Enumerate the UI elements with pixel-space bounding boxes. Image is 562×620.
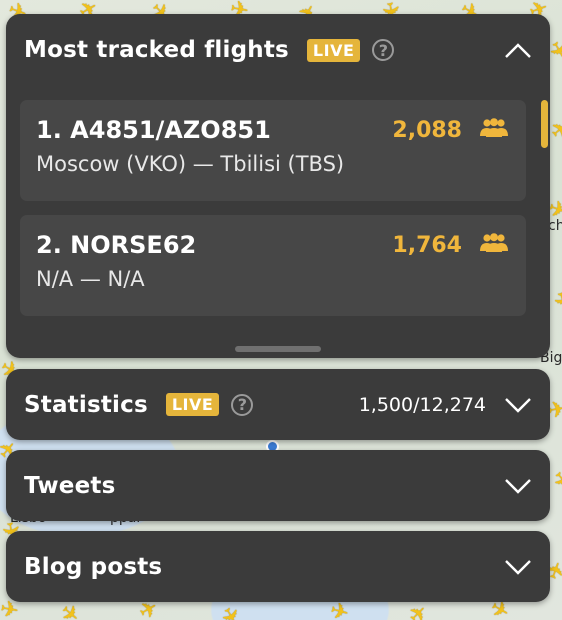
- map-label: ch: [548, 218, 562, 234]
- chevron-up-icon[interactable]: [504, 41, 532, 59]
- question-circle-icon[interactable]: ?: [231, 393, 254, 416]
- statistics-count: 1,500/12,274: [358, 393, 486, 416]
- flight-route: N/A — N/A: [36, 267, 145, 291]
- tracker-count: 2,088: [392, 117, 462, 143]
- flight-callsign: 1. A4851/AZO851: [36, 116, 271, 144]
- chevron-down-icon[interactable]: [504, 396, 532, 414]
- scrollbar-thumb[interactable]: [541, 100, 548, 148]
- panel-title: Statistics: [24, 391, 148, 418]
- chevron-down-icon[interactable]: [504, 558, 532, 576]
- flight-callsign: 2. NORSE62: [36, 231, 197, 259]
- panel-title: Tweets: [24, 472, 116, 499]
- drag-handle[interactable]: [235, 346, 321, 352]
- tweets-panel[interactable]: Tweets: [6, 450, 550, 521]
- live-badge: LIVE: [306, 38, 361, 62]
- statistics-header[interactable]: Statistics LIVE ? 1,500/12,274: [6, 369, 550, 440]
- tracker-count: 1,764: [392, 232, 462, 258]
- most-tracked-flights-panel: Most tracked flights LIVE ? 1. A4851/AZO…: [6, 14, 550, 358]
- most-tracked-header[interactable]: Most tracked flights LIVE ?: [6, 14, 550, 86]
- question-circle-icon[interactable]: ?: [372, 39, 395, 61]
- flight-card[interactable]: 2. NORSE62 1,764 N/A — N/A: [20, 215, 526, 316]
- panel-title: Most tracked flights: [24, 37, 289, 63]
- flight-list[interactable]: 1. A4851/AZO851 2,088 Moscow (VKO) — Tbi…: [6, 100, 550, 358]
- panel-title: Blog posts: [24, 553, 163, 580]
- people-icon: [478, 118, 510, 142]
- chevron-down-icon[interactable]: [504, 477, 532, 495]
- live-badge: LIVE: [165, 393, 220, 416]
- blog-posts-panel[interactable]: Blog posts: [6, 531, 550, 602]
- people-icon: [478, 233, 510, 257]
- flight-route: Moscow (VKO) — Tbilisi (TBS): [36, 152, 345, 176]
- statistics-panel[interactable]: Statistics LIVE ? 1,500/12,274: [6, 369, 550, 440]
- flight-card[interactable]: 1. A4851/AZO851 2,088 Moscow (VKO) — Tbi…: [20, 100, 526, 201]
- blog-posts-header[interactable]: Blog posts: [6, 531, 550, 602]
- tweets-header[interactable]: Tweets: [6, 450, 550, 521]
